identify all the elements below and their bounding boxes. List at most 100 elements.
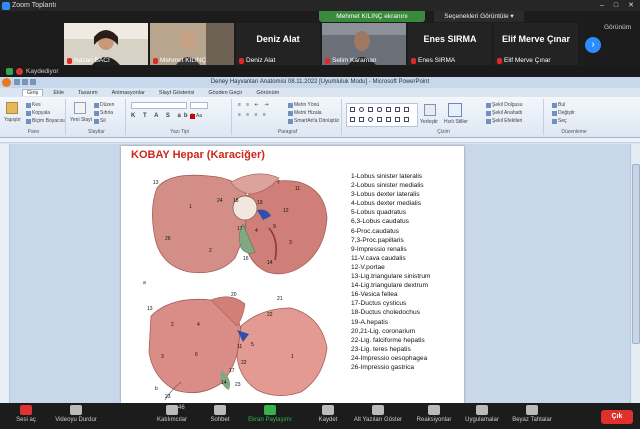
record-icon — [322, 405, 334, 415]
tab-gozden-gecir[interactable]: Gözden Geçir — [204, 90, 246, 96]
shapes-gallery[interactable] — [346, 103, 418, 127]
quick-styles-icon[interactable] — [448, 103, 462, 117]
font-format-buttons[interactable]: K T A S abc — [131, 113, 197, 119]
arrow-shape-icon[interactable] — [404, 107, 409, 112]
svg-text:22: 22 — [241, 360, 247, 366]
layout-label: Düzen — [100, 102, 115, 108]
chat-button[interactable]: Sohbet — [196, 405, 244, 423]
svg-text:19: 19 — [257, 200, 263, 206]
svg-text:b: b — [155, 386, 158, 392]
office-button-icon[interactable] — [2, 78, 11, 87]
callout-shape-icon[interactable] — [395, 117, 400, 122]
replace-button[interactable]: Değiştir — [552, 110, 575, 116]
new-slide-button[interactable]: Yeni Slayt — [70, 117, 92, 123]
leave-button[interactable]: Çık — [601, 410, 633, 424]
delete-slide-button[interactable]: Sil — [94, 118, 106, 124]
close-icon[interactable]: ✕ — [628, 0, 634, 11]
triangle-shape-icon[interactable] — [386, 107, 391, 112]
participant-tile[interactable]: Mehmet KILINÇ — [150, 23, 234, 65]
format-painter-button[interactable]: Biçim Boyacısı — [26, 118, 65, 124]
minimize-icon[interactable]: – — [600, 0, 604, 11]
scissors-icon — [26, 102, 31, 108]
tab-animasyonlar[interactable]: Animasyonlar — [108, 90, 149, 96]
font-size-select[interactable] — [190, 102, 208, 109]
slide-canvas[interactable]: KOBAY Hepar (Karaciğer) 13 1 24 18 19 7 11 1… — [121, 146, 464, 403]
tab-gorunum[interactable]: Görünüm — [252, 90, 283, 96]
text-direction-button[interactable]: Metin Yönü — [288, 102, 319, 108]
list-buttons[interactable]: ≡ ≡ ⇤ ⇥ — [238, 102, 270, 108]
participant-tile[interactable]: Elif Merve Çınar Elif Merve Çınar — [494, 23, 578, 65]
legend-item: 16-Vesica fellea — [351, 291, 398, 299]
maximize-icon[interactable]: □ — [614, 0, 618, 11]
scrollbar-thumb[interactable] — [632, 164, 640, 344]
font-color-button[interactable]: Aa — [190, 113, 202, 119]
copy-icon — [26, 110, 31, 116]
muted-mic-icon — [67, 57, 72, 64]
reactions-button[interactable]: Reaksiyonlar — [410, 405, 458, 423]
arrange-icon[interactable] — [424, 104, 436, 116]
participant-name: Elif Merve Çınar — [504, 57, 551, 64]
shape-effects-button[interactable]: Şekil Efektleri — [486, 118, 522, 124]
record-button[interactable]: Kaydet — [304, 405, 352, 423]
cut-button[interactable]: Kes — [26, 102, 41, 108]
rectangle-shape-icon[interactable] — [368, 107, 373, 112]
smartart-button[interactable]: SmartArt'a Dönüştür — [288, 118, 339, 124]
star-shape-icon[interactable] — [359, 117, 364, 122]
participant-tile[interactable]: Enes SIRMA Enes SIRMA — [408, 23, 492, 65]
participant-tile[interactable]: Selim Karaman — [322, 23, 406, 65]
slides-pane-collapsed[interactable] — [0, 144, 10, 403]
shape-outline-button[interactable]: Şekil Anahattı — [486, 110, 523, 116]
select-button[interactable]: Seç — [552, 118, 567, 124]
shape-fill-button[interactable]: Şekil Dolgusu — [486, 102, 523, 108]
align-buttons[interactable]: ≡ ≡ ≡ ≡ — [238, 112, 268, 118]
share-screen-button[interactable]: Ekran Paylaşımı — [246, 405, 294, 423]
participant-tile[interactable]: Deniz Alat Deniz Alat — [236, 23, 320, 65]
find-button[interactable]: Bul — [552, 102, 565, 108]
copy-button[interactable]: Kopyala — [26, 110, 50, 116]
cut-label: Kes — [32, 102, 41, 108]
view-options-button[interactable]: Seçenekleri Görüntüle ▾ — [434, 11, 524, 22]
svg-text:13: 13 — [147, 306, 153, 312]
align-text-button[interactable]: Metni Hizala — [288, 110, 322, 116]
svg-text:1: 1 — [189, 204, 192, 210]
more-shapes-icon[interactable] — [404, 117, 409, 122]
paste-icon[interactable] — [6, 102, 18, 114]
vertical-scrollbar[interactable] — [630, 144, 640, 403]
whiteboard-button[interactable]: Beyaz Tahtalar — [506, 405, 558, 423]
text-direction-icon — [288, 102, 293, 108]
arrow-shape-icon[interactable] — [350, 117, 355, 122]
rounded-rect-shape-icon[interactable] — [377, 107, 382, 112]
unmute-button[interactable]: Sesi aç — [2, 405, 50, 423]
apps-button[interactable]: Uygulamalar — [458, 405, 506, 423]
quick-styles-button[interactable]: Hızlı Stiller — [444, 119, 468, 125]
paste-button[interactable]: Yapıştır — [4, 117, 21, 123]
tab-tasarim[interactable]: Tasarım — [74, 90, 102, 96]
tab-slayt-gosterisi[interactable]: Slayt Gösterisi — [155, 90, 198, 96]
oval-shape-icon[interactable] — [359, 107, 364, 112]
stop-video-button[interactable]: Videoyu Durdur — [52, 405, 100, 423]
tab-ekle[interactable]: Ekle — [49, 90, 68, 96]
legend-item: 14-Lig.triangulare dextrum — [351, 282, 428, 290]
reset-button[interactable]: Sıfırla — [94, 110, 113, 116]
undo-icon[interactable] — [22, 79, 28, 85]
rectangle-shape-icon[interactable] — [350, 107, 355, 112]
participant-tile[interactable]: Nazan BACI — [64, 23, 148, 65]
bracket-shape-icon[interactable] — [377, 117, 382, 122]
participants-button[interactable]: 46 Katılımcılar — [148, 405, 196, 423]
brace-shape-icon[interactable] — [386, 117, 391, 122]
view-label[interactable]: Görünüm — [604, 24, 631, 31]
layout-button[interactable]: Düzen — [94, 102, 114, 108]
security-shield-icon[interactable] — [6, 68, 13, 75]
arrange-button[interactable]: Yerleştir — [420, 119, 438, 125]
new-slide-icon[interactable] — [74, 102, 86, 114]
captions-button[interactable]: Alt Yazıları Göster — [348, 405, 408, 423]
legend-item: 20,21-Lig. coronarium — [351, 327, 416, 335]
redo-icon[interactable] — [30, 79, 36, 85]
oval-shape-icon[interactable] — [368, 117, 373, 122]
font-name-select[interactable] — [131, 102, 187, 109]
tab-giris[interactable]: Giriş — [22, 89, 44, 96]
line-shape-icon[interactable] — [395, 107, 400, 112]
next-page-icon[interactable]: › — [585, 37, 601, 53]
legend-item: 3-Lobus dexter lateralis — [351, 191, 420, 199]
save-icon[interactable] — [14, 79, 20, 85]
